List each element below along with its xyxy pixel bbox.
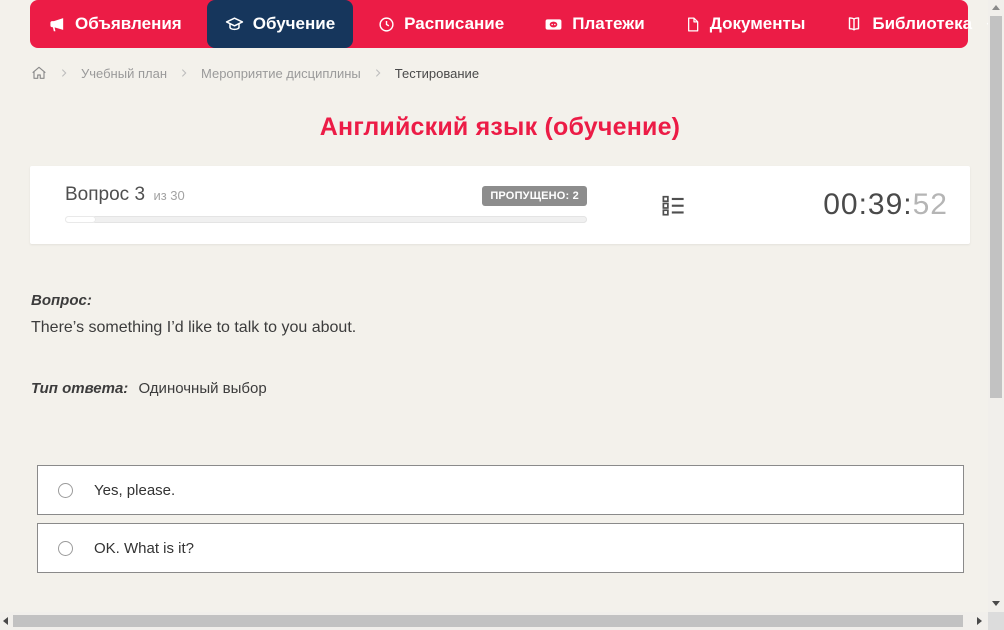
scroll-up-arrow-icon[interactable] (992, 5, 1000, 10)
cash-icon (544, 15, 563, 34)
book-icon (845, 15, 863, 33)
nav-item-label: Обучение (253, 14, 335, 34)
vertical-scrollbar[interactable] (988, 0, 1004, 612)
question-body: Вопрос: There’s something I’d like to ta… (31, 292, 961, 397)
timer-hours-minutes: 00:39: (823, 188, 912, 221)
vertical-scrollbar-thumb[interactable] (990, 16, 1002, 398)
nav-item-label: Библиотека (872, 14, 972, 34)
question-text: There’s something I’d like to talk to yo… (31, 319, 961, 337)
question-number-label: Вопрос 3 (65, 184, 145, 205)
horizontal-scrollbar-thumb[interactable] (13, 615, 963, 627)
nav-item-label: Расписание (404, 14, 504, 34)
timer-seconds: 52 (913, 188, 948, 221)
horizontal-scrollbar[interactable] (0, 612, 988, 630)
progress-fill (65, 216, 96, 223)
nav-item-announcements[interactable]: Объявления (34, 0, 197, 48)
timer: 00:39:52 (823, 190, 948, 220)
question-header-card: Вопрос 3 из 30 ПРОПУЩЕНО: 2 00:39:52 (30, 166, 970, 244)
nav-item-library[interactable]: Библиотека (830, 0, 1004, 48)
main-navbar: Объявления Обучение Расписание Платежи Д… (30, 0, 968, 48)
question-number: Вопрос 3 из 30 (65, 184, 185, 206)
answer-type-label: Тип ответа: (31, 380, 128, 397)
question-progress-block: Вопрос 3 из 30 ПРОПУЩЕНО: 2 (65, 184, 587, 223)
question-label: Вопрос: (31, 292, 961, 309)
radio-button[interactable] (58, 541, 73, 556)
scroll-right-arrow-icon[interactable] (977, 617, 982, 625)
document-icon (685, 16, 701, 33)
home-icon[interactable] (31, 65, 47, 81)
answers-list: Yes, please. OK. What is it? (37, 465, 964, 581)
scroll-down-arrow-icon[interactable] (992, 601, 1000, 606)
skipped-badge: ПРОПУЩЕНО: 2 (482, 186, 587, 206)
question-list-icon[interactable] (660, 192, 687, 224)
answer-option-label: OK. What is it? (94, 540, 194, 557)
breadcrumb-study-plan[interactable]: Учебный план (81, 66, 167, 81)
nav-item-schedule[interactable]: Расписание (363, 0, 519, 48)
nav-item-label: Платежи (572, 14, 645, 34)
nav-item-learning[interactable]: Обучение (207, 0, 353, 48)
clock-icon (378, 16, 395, 33)
chevron-right-icon (373, 68, 383, 78)
answer-option-1[interactable]: Yes, please. (37, 465, 964, 515)
nav-item-payments[interactable]: Платежи (529, 0, 660, 48)
question-total-label: из 30 (153, 188, 184, 203)
answer-type-row: Тип ответа: Одиночный выбор (31, 380, 961, 397)
breadcrumb-testing: Тестирование (395, 66, 479, 81)
nav-item-label: Документы (710, 14, 806, 34)
scroll-left-arrow-icon[interactable] (3, 617, 8, 625)
chevron-right-icon (59, 68, 69, 78)
nav-item-documents[interactable]: Документы (670, 0, 821, 48)
scrollbar-corner (988, 612, 1004, 630)
breadcrumb-discipline-event[interactable]: Мероприятие дисциплины (201, 66, 361, 81)
answer-option-label: Yes, please. (94, 482, 175, 499)
breadcrumb: Учебный план Мероприятие дисциплины Тест… (31, 62, 479, 84)
nav-item-label: Объявления (75, 14, 182, 34)
progress-bar (65, 216, 587, 223)
chevron-right-icon (179, 68, 189, 78)
graduation-cap-icon (225, 15, 244, 34)
page-title: Английский язык (обучение) (0, 113, 1000, 142)
answer-option-2[interactable]: OK. What is it? (37, 523, 964, 573)
radio-button[interactable] (58, 483, 73, 498)
answer-type-value: Одиночный выбор (138, 380, 266, 397)
megaphone-icon (49, 16, 66, 33)
